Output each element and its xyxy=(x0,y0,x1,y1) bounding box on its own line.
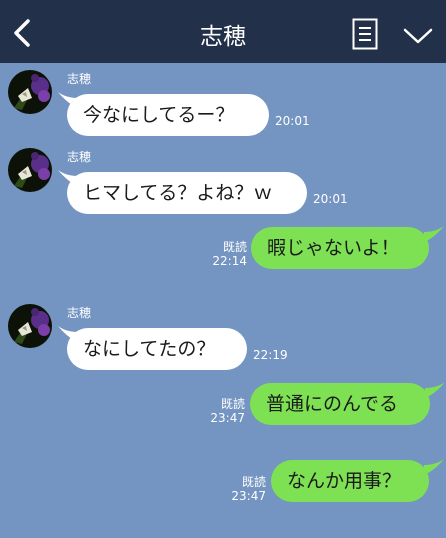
message-time: 22:14 xyxy=(212,254,247,268)
back-icon[interactable] xyxy=(10,18,34,48)
sender-name: 志穂 xyxy=(67,306,92,320)
avatar[interactable] xyxy=(8,148,52,192)
chevron-down-icon[interactable] xyxy=(403,27,433,45)
sender-name: 志穂 xyxy=(67,72,92,86)
bubble-tail xyxy=(424,459,444,475)
chat-title: 志穂 xyxy=(200,24,246,50)
message-time: 20:01 xyxy=(313,192,348,206)
sender-name: 志穂 xyxy=(67,150,92,164)
notes-icon[interactable] xyxy=(352,18,378,50)
read-label: 既読 xyxy=(222,240,247,254)
message-time: 22:19 xyxy=(253,348,288,362)
read-label: 既読 xyxy=(241,475,266,489)
message-bubble-outgoing[interactable]: 普通にのんでる xyxy=(250,383,430,425)
message-bubble-incoming[interactable]: ヒマしてる？よね？ｗ xyxy=(67,172,307,214)
message-bubble-outgoing[interactable]: なんか用事？ xyxy=(271,460,429,502)
read-label: 既読 xyxy=(220,397,245,411)
read-receipt: 既読 22:14 xyxy=(200,240,247,268)
message-bubble-incoming[interactable]: 今なにしてるー？ xyxy=(67,94,269,136)
message-bubble-outgoing[interactable]: 暇じゃないよ！ xyxy=(251,227,429,269)
bubble-tail xyxy=(425,382,445,398)
avatar[interactable] xyxy=(8,304,52,348)
avatar[interactable] xyxy=(8,70,52,114)
message-time: 23:47 xyxy=(231,489,266,503)
message-time: 23:47 xyxy=(210,411,245,425)
read-receipt: 既読 23:47 xyxy=(198,397,245,425)
chat-header: 志穂 xyxy=(0,0,446,63)
message-bubble-incoming[interactable]: なにしてたの？ xyxy=(67,328,247,370)
message-time: 20:01 xyxy=(275,114,310,128)
read-receipt: 既読 23:47 xyxy=(219,475,266,503)
bubble-tail xyxy=(424,226,444,242)
